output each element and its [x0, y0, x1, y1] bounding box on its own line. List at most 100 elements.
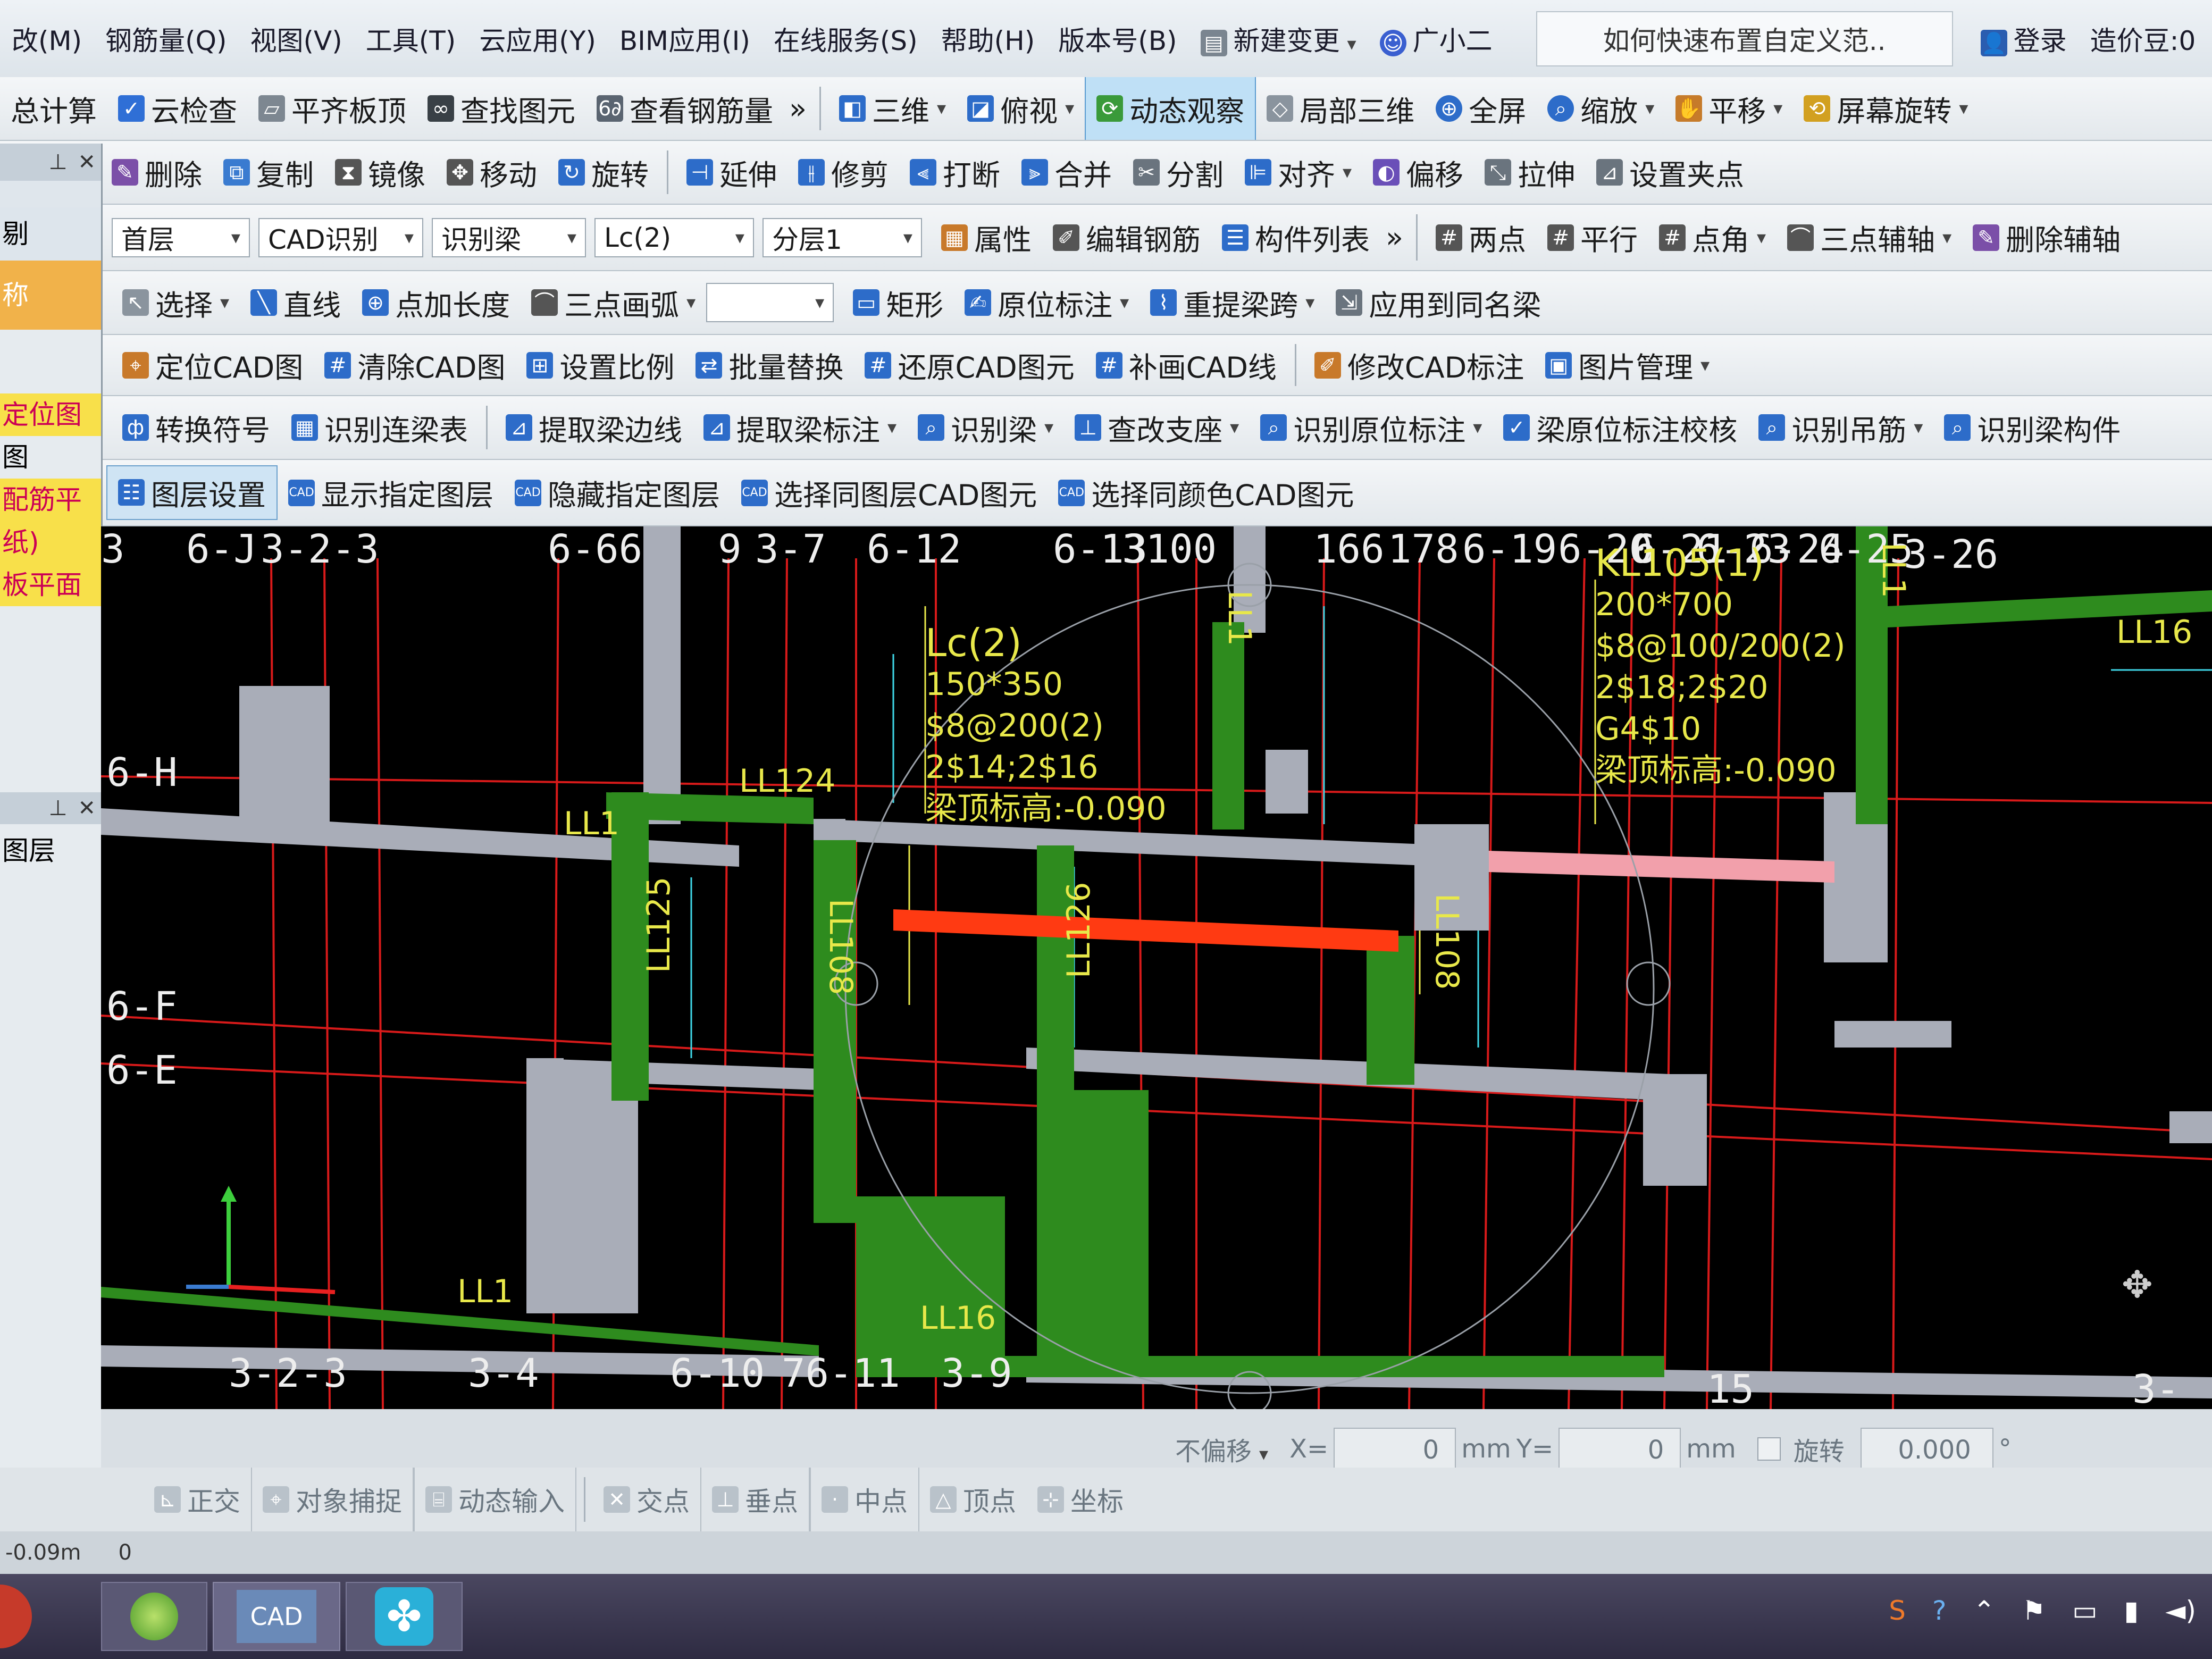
set-grip-button[interactable]: ⊿ 设置夹点	[1586, 141, 1755, 204]
menu-tools[interactable]: 工具(T)	[354, 20, 468, 58]
screen-rotate-button[interactable]: ⟲ 屏幕旋转 ▾	[1793, 77, 1979, 140]
monitor-icon[interactable]: ▭	[2072, 1595, 2097, 1626]
login-button[interactable]: 👤 登录	[1969, 20, 2079, 58]
pink-beam[interactable]	[1489, 851, 1834, 883]
menu-online-service[interactable]: 在线服务(S)	[762, 20, 929, 58]
x-input[interactable]: 0	[1334, 1428, 1456, 1470]
overflow-chevron-icon[interactable]: »	[784, 77, 812, 140]
floor-select[interactable]: 首层 ▾	[112, 217, 250, 257]
clear-cad-button[interactable]: # 清除CAD图	[314, 335, 516, 395]
vertex-snap[interactable]: △ 顶点	[919, 1468, 1027, 1531]
panel-item[interactable]: 称	[0, 261, 101, 330]
three-point-arc-button[interactable]: ⌒ 三点画弧 ▾	[521, 271, 706, 334]
top-view-button[interactable]: ◪ 俯视 ▾	[957, 77, 1085, 140]
layer-select[interactable]: 分层1 ▾	[763, 217, 922, 257]
hide-layer-button[interactable]: CAD 隐藏指定图层	[504, 460, 731, 525]
menu-bim[interactable]: BIM应用(I)	[608, 20, 762, 58]
close-icon[interactable]: ✕	[78, 796, 96, 820]
re-span-button[interactable]: ⌇ 重提梁跨 ▾	[1139, 271, 1325, 334]
coordinate-snap[interactable]: ⊹ 坐标	[1027, 1468, 1134, 1531]
pin-icon[interactable]: ⊥	[49, 796, 68, 820]
total-calc-button[interactable]: 总计算	[0, 77, 107, 140]
help-icon[interactable]: ?	[1932, 1595, 1947, 1626]
input-method-icon[interactable]: S	[1889, 1595, 1906, 1626]
taskbar-app-browser[interactable]	[101, 1582, 207, 1651]
move-button[interactable]: ✥ 移动	[436, 141, 548, 204]
pin-icon[interactable]: ⊥	[49, 150, 68, 174]
recognize-in-situ-button[interactable]: ⌕ 识别原位标注 ▾	[1250, 396, 1493, 459]
zoom-button[interactable]: ⌕ 缩放 ▾	[1537, 77, 1665, 140]
align-button[interactable]: ⊫ 对齐 ▾	[1234, 141, 1362, 204]
view-rebar-button[interactable]: 6∂ 查看钢筋量	[586, 77, 784, 140]
apply-same-name-button[interactable]: ⇲ 应用到同名梁	[1325, 271, 1552, 334]
flag-icon[interactable]: ⚑	[2022, 1595, 2046, 1626]
image-manage-button[interactable]: ▣ 图片管理 ▾	[1535, 335, 1720, 395]
extract-beam-label-button[interactable]: ⊿ 提取梁标注 ▾	[693, 396, 907, 459]
point-length-button[interactable]: ⊕ 点加长度	[351, 271, 521, 334]
panel-tab[interactable]: 剔	[0, 207, 101, 261]
redraw-cad-line-button[interactable]: # 补画CAD线	[1085, 335, 1287, 395]
menu-modify[interactable]: 改(M)	[0, 20, 94, 58]
properties-button[interactable]: ▦ 属性	[931, 205, 1042, 270]
set-scale-button[interactable]: ⊞ 设置比例	[516, 335, 685, 395]
check-support-button[interactable]: ⊥ 查改支座 ▾	[1064, 396, 1250, 459]
recognize-hanger-button[interactable]: ⌕ 识别吊筋 ▾	[1748, 396, 1933, 459]
offset-button[interactable]: ◐ 偏移	[1362, 141, 1474, 204]
orbit-button[interactable]: ⟳ 动态观察	[1085, 77, 1256, 140]
cad-mode-select[interactable]: CAD识别 ▾	[258, 217, 423, 257]
restore-cad-button[interactable]: # 还原CAD图元	[854, 335, 1085, 395]
offset-mode-select[interactable]: 不偏移 ▾	[1175, 1430, 1268, 1468]
menu-rebar-quantity[interactable]: 钢筋量(Q)	[94, 20, 238, 58]
stretch-button[interactable]: ⤡ 拉伸	[1474, 141, 1586, 204]
tray-expand-icon[interactable]: ⌃	[1973, 1595, 1996, 1626]
recognize-coupling-table-button[interactable]: ▦ 识别连梁表	[281, 396, 479, 459]
line-button[interactable]: ╲ 直线	[240, 271, 351, 334]
component-select[interactable]: Lc(2) ▾	[594, 217, 754, 257]
signal-icon[interactable]: ▮	[2124, 1595, 2139, 1626]
layer-settings-button[interactable]: ☷ 图层设置	[106, 465, 278, 520]
panel-item[interactable]: 纸)	[0, 521, 101, 564]
rectangle-button[interactable]: ▭ 矩形	[842, 271, 954, 334]
overflow-chevron-icon[interactable]: »	[1380, 205, 1409, 270]
mirror-button[interactable]: ⧗ 镜像	[324, 141, 436, 204]
batch-replace-button[interactable]: ⇄ 批量替换	[685, 335, 854, 395]
arc-option-select[interactable]: ▾	[706, 283, 834, 322]
locate-cad-button[interactable]: ⌖ 定位CAD图	[112, 335, 314, 395]
recognize-beam-component-button[interactable]: ⌕ 识别梁构件	[1933, 396, 2131, 459]
copy-button[interactable]: ⧉ 复制	[213, 141, 324, 204]
in-situ-check-button[interactable]: ✓ 梁原位标注校核	[1493, 396, 1748, 459]
extract-beam-edge-button[interactable]: ⊿ 提取梁边线	[495, 396, 693, 459]
y-input[interactable]: 0	[1559, 1428, 1681, 1470]
intersection-snap[interactable]: ✕ 交点	[593, 1468, 700, 1531]
midpoint-snap[interactable]: · 中点	[810, 1468, 919, 1531]
extend-button[interactable]: ⊣ 延伸	[676, 141, 787, 204]
select-same-color-button[interactable]: CAD 选择同颜色CAD图元	[1048, 460, 1364, 525]
select-same-layer-button[interactable]: CAD 选择同图层CAD图元	[731, 460, 1048, 525]
rotate-button[interactable]: ↻ 旋转	[548, 141, 659, 204]
merge-button[interactable]: ⫸ 合并	[1011, 141, 1122, 204]
component-list-button[interactable]: ☰ 构件列表	[1211, 205, 1380, 270]
panel-item[interactable]: 图	[0, 436, 101, 479]
panel-item[interactable]: 定位图	[0, 393, 101, 436]
break-button[interactable]: ⫷ 打断	[899, 141, 1011, 204]
rotate-checkbox[interactable]	[1757, 1437, 1781, 1461]
dynamic-input-toggle[interactable]: ⌸ 动态输入	[414, 1468, 576, 1531]
delete-axis-button[interactable]: ✎ 删除辅轴	[1962, 205, 2131, 270]
find-element-button[interactable]: ∞ 查找图元	[417, 77, 586, 140]
trim-button[interactable]: ⫲ 修剪	[787, 141, 899, 204]
cloud-check-button[interactable]: ✓ 云检查	[107, 77, 248, 140]
split-button[interactable]: ✂ 分割	[1122, 141, 1234, 204]
in-situ-annotation-button[interactable]: ✍ 原位标注 ▾	[954, 271, 1139, 334]
recognize-type-select[interactable]: 识别梁 ▾	[432, 217, 586, 257]
point-angle-axis-button[interactable]: # 点角 ▾	[1648, 205, 1777, 270]
object-snap-toggle[interactable]: ⌖ 对象捕捉	[251, 1468, 414, 1531]
pan-button[interactable]: ✋ 平移 ▾	[1665, 77, 1793, 140]
three-point-axis-button[interactable]: ⌒ 三点辅轴 ▾	[1777, 205, 1962, 270]
taskbar-app-cad[interactable]: CAD	[213, 1582, 340, 1651]
fullscreen-button[interactable]: ⊕ 全屏	[1425, 77, 1537, 140]
ortho-toggle[interactable]: ⊾ 正交	[144, 1468, 251, 1531]
orbit-handle[interactable]	[1626, 961, 1671, 1006]
close-icon[interactable]: ✕	[78, 150, 96, 174]
delete-button[interactable]: ✎ 删除	[101, 141, 213, 204]
3d-view-button[interactable]: ◧ 三维 ▾	[828, 77, 957, 140]
